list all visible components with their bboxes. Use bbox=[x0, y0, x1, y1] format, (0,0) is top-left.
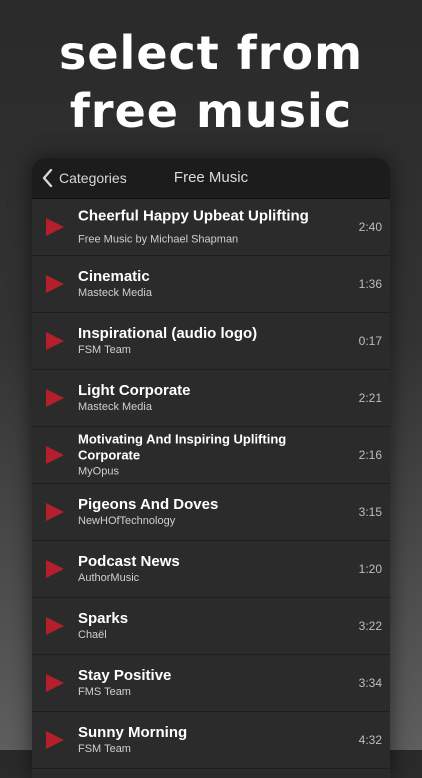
track-duration: 2:40 bbox=[358, 220, 382, 234]
track-duration: 4:32 bbox=[358, 733, 382, 747]
track-artist: FMS Team bbox=[78, 686, 131, 698]
navigation-bar: Categories Free Music bbox=[32, 158, 390, 199]
phone-screen: Categories Free Music Cheerful Happy Upb… bbox=[32, 158, 390, 778]
track-row[interactable]: Sparks Chaël 3:22 bbox=[32, 598, 390, 655]
play-icon[interactable] bbox=[44, 216, 66, 238]
track-title: Light Corporate bbox=[78, 382, 191, 399]
promo-headline: select from free music bbox=[0, 24, 422, 140]
track-row[interactable]: Stay Positive FMS Team 3:34 bbox=[32, 655, 390, 712]
track-row[interactable]: Light Corporate Masteck Media 2:21 bbox=[32, 370, 390, 427]
track-title: Sunny Morning bbox=[78, 724, 188, 741]
track-artist: FSM Team bbox=[78, 743, 131, 755]
headline-line-2: free music bbox=[69, 84, 353, 138]
play-icon[interactable] bbox=[44, 729, 66, 751]
track-row[interactable]: Pigeons And Doves NewHOfTechnology 3:15 bbox=[32, 484, 390, 541]
track-title: Stay Positive bbox=[78, 667, 172, 684]
nav-title-text: Free Music bbox=[173, 169, 249, 186]
track-duration: 1:20 bbox=[358, 562, 382, 576]
track-row[interactable]: Sunny Morning FSM Team 4:32 bbox=[32, 712, 390, 769]
track-artist: AuthorMusic bbox=[78, 572, 140, 584]
play-icon[interactable] bbox=[44, 444, 66, 466]
track-row[interactable]: Podcast News AuthorMusic 1:20 bbox=[32, 541, 390, 598]
track-duration: 3:15 bbox=[358, 505, 382, 519]
play-icon[interactable] bbox=[44, 273, 66, 295]
track-title: Motivating And Inspiring Uplifting Corpo… bbox=[78, 431, 287, 463]
track-artist: Masteck Media bbox=[78, 287, 152, 299]
track-row[interactable]: Inspirational (audio logo) FSM Team 0:17 bbox=[32, 313, 390, 370]
track-artist: NewHOfTechnology bbox=[78, 515, 176, 527]
track-artist: Chaël bbox=[78, 629, 107, 641]
track-title: Cinematic bbox=[78, 268, 150, 285]
track-title: Podcast News bbox=[78, 553, 180, 570]
headline-line-1: select from bbox=[58, 26, 364, 80]
track-title: Inspirational (audio logo) bbox=[78, 325, 258, 342]
play-icon[interactable] bbox=[44, 330, 66, 352]
track-duration: 2:21 bbox=[358, 391, 382, 405]
play-icon[interactable] bbox=[44, 501, 66, 523]
track-duration: 3:22 bbox=[358, 619, 382, 633]
track-title: Sparks bbox=[78, 610, 129, 627]
track-artist: Masteck Media bbox=[78, 401, 152, 413]
track-row[interactable]: Cinematic Masteck Media 1:36 bbox=[32, 256, 390, 313]
play-icon[interactable] bbox=[44, 672, 66, 694]
play-icon[interactable] bbox=[44, 387, 66, 409]
track-duration: 1:36 bbox=[358, 277, 382, 291]
track-artist: FSM Team bbox=[78, 344, 131, 356]
nav-title: Free Music bbox=[32, 158, 390, 198]
track-title: Cheerful Happy Upbeat Uplifting bbox=[78, 207, 309, 225]
track-duration: 3:34 bbox=[358, 676, 382, 690]
track-row[interactable]: Motivating And Inspiring Uplifting Corpo… bbox=[32, 427, 390, 484]
track-list: Cheerful Happy Upbeat Uplifting Free Mus… bbox=[32, 199, 390, 769]
track-artist: Free Music by Michael Shapman bbox=[78, 233, 239, 246]
play-icon[interactable] bbox=[44, 615, 66, 637]
track-artist: MyOpus bbox=[78, 465, 119, 478]
track-row[interactable]: Cheerful Happy Upbeat Uplifting Free Mus… bbox=[32, 199, 390, 256]
play-icon[interactable] bbox=[44, 558, 66, 580]
track-title: Pigeons And Doves bbox=[78, 496, 219, 513]
track-duration: 2:16 bbox=[358, 448, 382, 462]
track-duration: 0:17 bbox=[358, 334, 382, 348]
